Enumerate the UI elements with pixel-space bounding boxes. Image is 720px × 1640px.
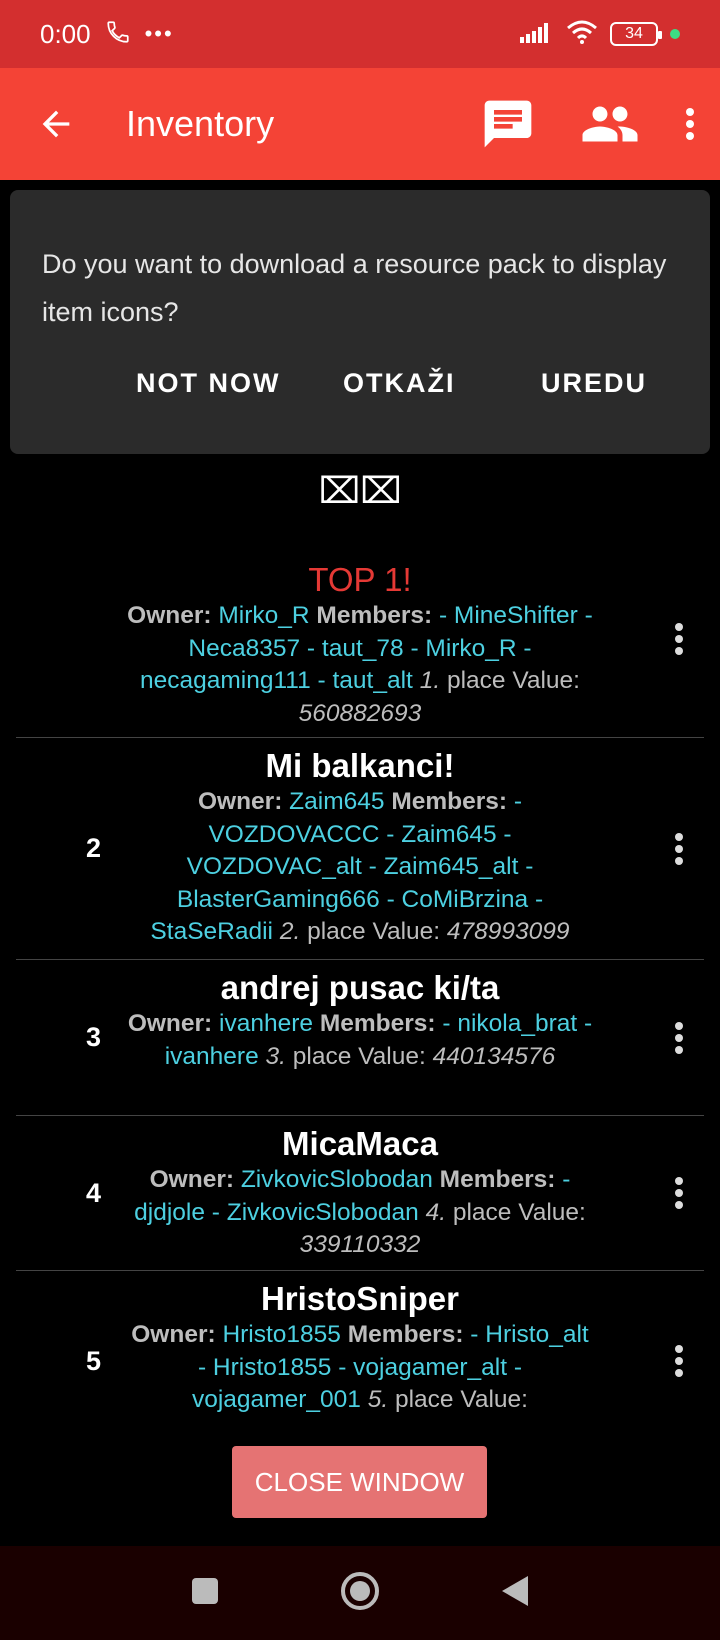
place-label: place [452,1198,512,1226]
battery-indicator: 34 [610,22,662,46]
back-triangle-icon[interactable] [500,1574,530,1613]
owner-label: Owner: [149,1166,235,1193]
value-label: Value: [460,1386,528,1413]
row-menu-icon[interactable] [674,960,684,1115]
privacy-indicator-dot [670,29,680,39]
row-menu-icon[interactable] [674,1116,684,1270]
resource-pack-dialog: Do you want to download a resource pack … [10,190,710,454]
clan-name: andrej pusac ki/ta [220,969,500,1006]
list-item[interactable]: 2 Mi balkanci! Owner: Zaim645 Members: -… [16,738,704,960]
group-icon[interactable] [580,94,640,154]
list-item[interactable]: 4 MicaMaca Owner: ZivkovicSlobodan Membe… [16,1116,704,1271]
members-label: Members: [319,1010,436,1037]
phone-call-icon [105,19,131,50]
clan-list[interactable]: TOP 1! Owner: Mirko_R Members: - MineShi… [0,540,720,1420]
list-item[interactable]: TOP 1! Owner: Mirko_R Members: - MineShi… [16,540,704,738]
value-label: Value: [372,918,441,945]
system-nav-bar [0,1546,720,1640]
ok-button[interactable]: UREDU [541,368,647,399]
clan-name: Mi balkanci! [265,747,455,784]
owner-name: ivanhere [219,1010,314,1037]
page-title: Inventory [126,103,275,144]
owner-label: Owner: [131,1321,216,1348]
back-arrow-icon[interactable] [36,104,76,144]
overflow-menu-icon[interactable] [684,106,696,142]
list-item[interactable]: 3 andrej pusac ki/ta Owner: ivanhere Mem… [16,960,704,1116]
owner-name: ZivkovicSlobodan [240,1166,433,1193]
status-time: 0:00 [40,18,91,49]
clan-details: Owner: Hristo1855 Members: - Hristo_alt … [125,1319,595,1417]
chat-icon[interactable] [480,96,536,152]
place-label: place [292,1042,352,1070]
close-window-button[interactable]: CLOSE WINDOW [232,1446,487,1518]
place-label: place [394,1386,454,1413]
clan-value: 440134576 [432,1042,556,1070]
more-notifications-icon: ••• [144,21,174,46]
place-number: 2. [279,918,301,945]
app-bar: Inventory [0,68,720,180]
owner-name: Zaim645 [289,788,385,815]
place-number: 4. [425,1198,446,1226]
missing-glyph-header: ⌧⌧ [318,470,402,511]
rank-number: 5 [86,1345,102,1376]
dialog-actions: NOT NOW OTKAŽI UREDU [10,368,710,428]
place-number: 1. [419,667,441,694]
clan-name: HristoSniper [260,1280,460,1317]
place-label: place [307,918,366,945]
value-label: Value: [512,667,580,694]
place-number: 3. [265,1042,286,1070]
owner-label: Owner: [197,788,283,815]
row-menu-icon[interactable] [674,738,684,959]
owner-label: Owner: [127,1010,213,1037]
clan-details: Owner: Mirko_R Members: - MineShifter - … [125,600,595,730]
place-label: place [446,667,506,694]
clan-value: 339110332 [299,1231,421,1258]
row-menu-icon[interactable] [674,1271,684,1420]
clan-details: Owner: ZivkovicSlobodan Members: - djdjo… [125,1164,595,1262]
clan-value: 478993099 [446,918,570,945]
dialog-message: Do you want to download a resource pack … [42,249,667,327]
place-number: 5. [367,1386,389,1413]
rank-number: 3 [86,1022,102,1052]
owner-label: Owner: [127,602,212,629]
clan-details: Owner: ivanhere Members: - nikola_brat -… [125,1008,595,1073]
owner-name: Hristo1855 [222,1321,341,1348]
members-label: Members: [439,1166,556,1193]
value-label: Value: [358,1042,426,1070]
wifi-icon [566,20,598,49]
rank-number: 4 [86,1177,102,1208]
rank-number: 2 [86,833,102,863]
signal-icon [520,21,554,48]
status-bar: 0:00 ••• 34 [0,0,720,68]
clan-details: Owner: Zaim645 Members: - VOZDOVACCC - Z… [125,786,595,949]
home-circle-icon[interactable] [340,1571,380,1616]
clan-name: TOP 1! [308,561,412,598]
cancel-button[interactable]: OTKAŽI [343,368,456,399]
clan-name: MicaMaca [282,1125,438,1162]
clan-value: 560882693 [298,699,422,727]
recents-square-icon[interactable] [190,1576,220,1611]
owner-name: Mirko_R [218,602,310,629]
list-item[interactable]: 5 HristoSniper Owner: Hristo1855 Members… [16,1271,704,1420]
members-label: Members: [347,1321,464,1348]
value-label: Value: [518,1198,586,1226]
members-label: Members: [316,602,433,629]
not-now-button[interactable]: NOT NOW [136,368,280,399]
members-label: Members: [391,788,508,815]
row-menu-icon[interactable] [674,540,684,737]
